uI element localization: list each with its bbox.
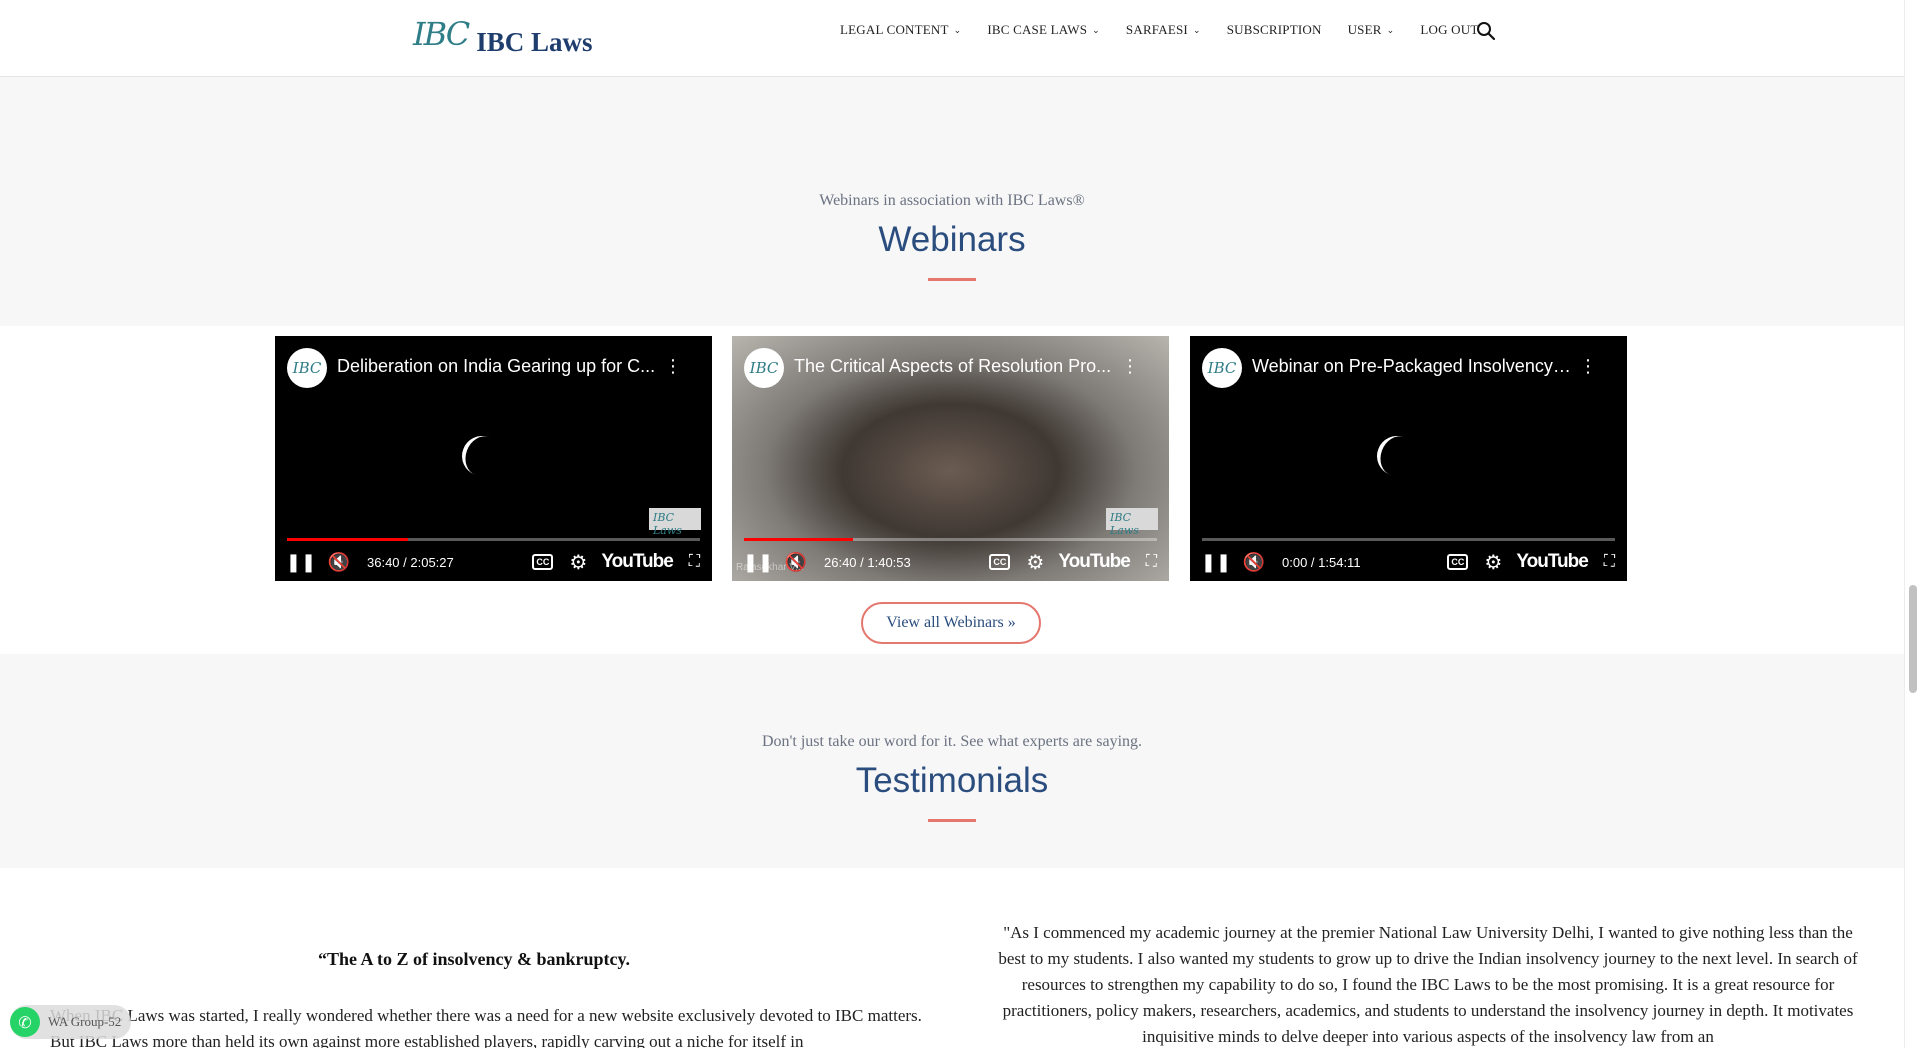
channel-avatar[interactable]: IBC [1202,348,1242,388]
view-all-webinars-button[interactable]: View all Webinars » [861,602,1041,644]
mute-icon[interactable]: 🔇 [325,550,353,574]
webinar-video-2[interactable]: IBC The Critical Aspects of Resolution P… [732,336,1169,581]
chevron-down-icon: ⌄ [1386,24,1395,35]
video-title[interactable]: The Critical Aspects of Resolution Pro..… [794,356,1114,377]
video-time: 0:00 / 1:54:11 [1282,554,1361,570]
chevron-down-icon: ⌄ [1092,24,1100,35]
settings-gear-icon[interactable]: ⚙ [1026,550,1044,575]
whatsapp-icon[interactable]: ✆ [10,1007,40,1037]
cc-icon[interactable]: CC [1447,554,1469,570]
webinar-video-1[interactable]: IBC Deliberation on India Gearing up for… [275,336,712,581]
speaker-overlay-name: Rajasekhar V... [736,562,804,573]
nav-legal-content[interactable]: LEGAL CONTENT ⌄ [840,22,961,38]
main-nav: LEGAL CONTENT ⌄ IBC CASE LAWS ⌄ SARFAESI ⌄ … [840,22,1504,38]
testimonials-divider [928,819,976,822]
player-controls: ❚❚ 🔇 0:00 / 1:54:11 CC ⚙ YouTube ⛶ [1201,550,1615,575]
scrollbar-thumb[interactable] [1909,585,1917,693]
video-time: 26:40 / 1:40:53 [824,554,911,570]
testimonial-text-left: When IBC Laws was started, I really wond… [50,1006,922,1048]
fullscreen-icon[interactable]: ⛶ [689,553,700,571]
testimonials-subtitle: Don't just take our word for it. See wha… [761,733,1143,750]
video-title[interactable]: Deliberation on India Gearing up for C..… [337,356,657,377]
progress-track[interactable] [1202,538,1615,541]
nav-ibc-case-laws[interactable]: IBC CASE LAWS ⌄ [987,22,1100,38]
channel-watermark[interactable]: IBC Laws [1106,508,1158,537]
player-controls: ❚❚ 🔇 26:40 / 1:40:53 CC ⚙ YouTube ⛶ [743,550,1157,575]
webinars-title: Webinars [878,220,1026,259]
settings-gear-icon[interactable]: ⚙ [1484,550,1502,575]
testimonial-text-right: "As I commenced my academic journey at t… [998,923,1858,1046]
video-title[interactable]: Webinar on Pre-Packaged Insolvency ... [1252,356,1572,377]
logo-text: IBC Laws [476,27,593,57]
page-scrollbar[interactable] [1904,0,1920,1048]
nav-label: LEGAL CONTENT [840,22,949,37]
nav-label: LOG OUT [1420,22,1479,37]
progress-track[interactable] [287,538,700,541]
nav-user[interactable]: USER ⌄ [1348,22,1395,38]
fullscreen-icon[interactable]: ⛶ [1604,553,1615,571]
loading-spinner-icon [456,430,508,482]
webinar-video-3[interactable]: IBC Webinar on Pre-Packaged Insolvency .… [1190,336,1627,581]
nav-label: SARFAESI [1125,22,1188,37]
youtube-logo[interactable]: YouTube [1516,551,1588,573]
pause-icon[interactable]: ❚❚ [1201,550,1231,574]
pause-icon[interactable]: ❚❚ [286,550,316,574]
nav-subscription[interactable]: SUBSCRIPTION [1227,22,1322,38]
testimonial-heading: “The A to Z of insolvency & bankruptcy. [318,949,631,969]
nav-label: IBC CASE LAWS [987,22,1088,37]
more-vert-icon[interactable]: ⋮ [664,356,682,377]
chevron-down-icon: ⌄ [953,24,962,35]
player-controls: ❚❚ 🔇 36:40 / 2:05:27 CC ⚙ YouTube ⛶ [286,550,700,575]
webinars-subtitle: Webinars in association with IBC Laws® [819,192,1085,209]
nav-label: SUBSCRIPTION [1226,22,1322,37]
video-time: 36:40 / 2:05:27 [367,554,454,570]
testimonials-title: Testimonials [855,761,1049,800]
whatsapp-label: WA Group-52 [48,1014,122,1029]
settings-gear-icon[interactable]: ⚙ [569,550,587,575]
logo-mark: IBC [413,15,470,53]
search-icon[interactable] [1476,21,1496,41]
youtube-logo[interactable]: YouTube [1058,551,1130,573]
nav-log-out[interactable]: LOG OUT [1420,22,1478,38]
nav-label: USER [1347,22,1382,37]
progress-track[interactable] [744,538,1157,541]
site-logo[interactable]: IBC IBC Laws [413,15,593,57]
whatsapp-group-widget[interactable]: ✆ WA Group-52 [10,1005,132,1039]
mute-icon[interactable]: 🔇 [1240,550,1268,574]
more-vert-icon[interactable]: ⋮ [1121,356,1139,377]
channel-avatar[interactable]: IBC [744,348,784,388]
channel-avatar[interactable]: IBC [287,348,327,388]
channel-watermark[interactable]: IBC Laws [649,508,701,537]
progress-fill [744,538,854,541]
chevron-down-icon: ⌄ [1192,24,1201,35]
progress-fill [287,538,408,541]
cc-icon[interactable]: CC [989,554,1011,570]
cc-icon[interactable]: CC [532,554,554,570]
nav-sarfaesi[interactable]: SARFAESI ⌄ [1126,22,1201,38]
fullscreen-icon[interactable]: ⛶ [1146,553,1157,571]
loading-spinner-icon [1371,430,1423,482]
more-vert-icon[interactable]: ⋮ [1579,356,1597,377]
site-header: IBC IBC Laws LEGAL CONTENT ⌄ IBC CASE LAW… [0,0,1904,77]
webinars-divider [928,278,976,281]
youtube-logo[interactable]: YouTube [601,551,673,573]
